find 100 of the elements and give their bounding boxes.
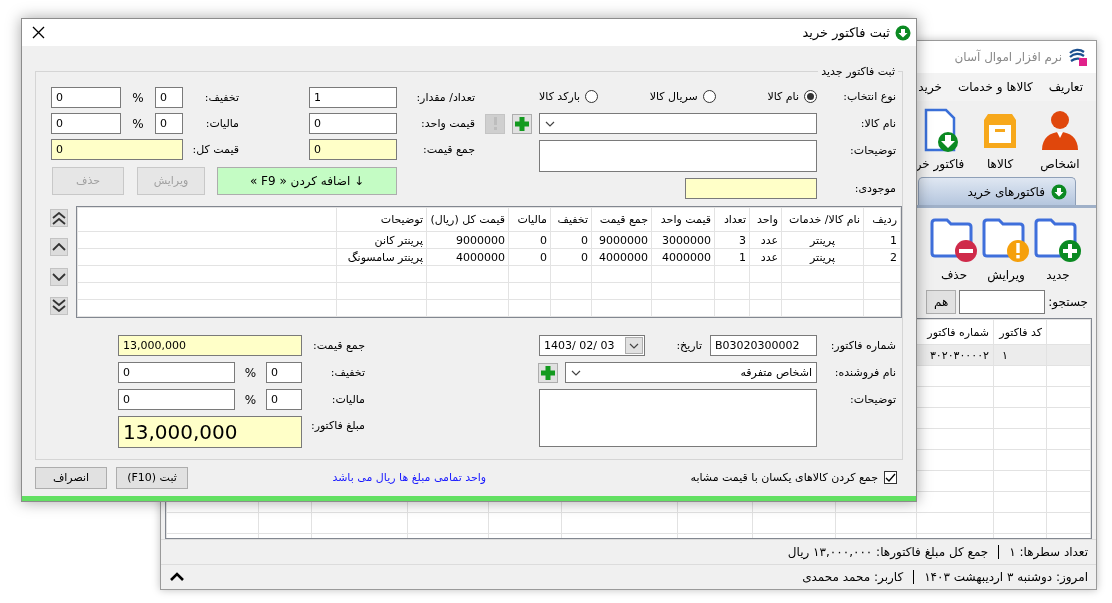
- column-header[interactable]: واحد: [749, 207, 782, 232]
- checkmark-icon: [884, 472, 897, 483]
- input-field[interactable]: 0: [118, 362, 235, 383]
- table-cell: پرینتر کانن: [336, 231, 427, 249]
- radio-button[interactable]: [585, 90, 599, 103]
- table-cell: 1: [714, 248, 750, 266]
- table-cell: عدد: [749, 231, 782, 249]
- checkbox[interactable]: [884, 471, 897, 484]
- dropdown-button[interactable]: [625, 337, 643, 354]
- column-header[interactable]: جمع قیمت: [591, 207, 652, 232]
- field-label: موجودی:: [853, 182, 896, 195]
- table-cell: 4000000: [426, 248, 509, 266]
- move-row-button[interactable]: [50, 238, 68, 257]
- move-row-button[interactable]: [50, 209, 68, 227]
- checkbox-label: جمع کردن کالاهای یکسان با قیمت مشابه: [690, 471, 878, 484]
- input-field[interactable]: 0: [155, 87, 183, 108]
- table-cell: پرینتر سامسونگ: [336, 248, 427, 266]
- field-label: جمع قیمت:: [422, 143, 476, 156]
- option-label: سریال کالا: [649, 90, 698, 103]
- toolbar-button[interactable]: کالاها: [970, 108, 1030, 171]
- move-row-button[interactable]: [50, 267, 68, 286]
- add-item-button[interactable]: [512, 113, 532, 134]
- toolbar-button[interactable]: جدید: [1032, 217, 1084, 282]
- add-seller-button[interactable]: [538, 362, 558, 383]
- add-item-button[interactable]: ↓ اضافه کردن « F9 »: [217, 166, 397, 195]
- input-field[interactable]: 0: [266, 362, 302, 383]
- search-label: جستجو:: [1048, 295, 1088, 309]
- date-field[interactable]: 1403/ 02/ 03: [539, 335, 645, 356]
- table-cell: 2: [863, 248, 901, 266]
- column-header[interactable]: ردیف: [863, 207, 901, 232]
- show-all-button[interactable]: هم: [926, 290, 957, 314]
- move-row-button[interactable]: [50, 297, 68, 315]
- column-header[interactable]: تعداد: [714, 207, 750, 232]
- window-title: نرم افزار اموال آسان: [954, 50, 1062, 64]
- field-label: جمع قیمت:: [312, 339, 365, 352]
- table-cell: 4000000: [651, 248, 715, 266]
- toolbar-button[interactable]: ویرایش: [980, 217, 1032, 282]
- search-field[interactable]: [959, 290, 1046, 314]
- table-cell: 9000000: [426, 231, 509, 249]
- dropdown[interactable]: اشخاص متفرقه: [565, 362, 817, 383]
- tab[interactable]: فاکتورهای خرید: [918, 177, 1076, 205]
- option-label: بارکد کالا: [539, 90, 581, 103]
- save-button[interactable]: ثبت (F10): [116, 466, 188, 489]
- option-label: نام کالا: [767, 90, 799, 103]
- table-cell: ۱: [993, 344, 1047, 366]
- folder-warning-icon: [982, 217, 1030, 263]
- radio-button[interactable]: [702, 90, 716, 103]
- input-field[interactable]: 1: [309, 87, 397, 108]
- menu-item[interactable]: کالاها و خدمات: [950, 80, 1040, 94]
- input-field[interactable]: 0: [309, 139, 397, 160]
- input-field[interactable]: 0: [118, 389, 235, 410]
- percent-sign: %: [243, 365, 258, 380]
- toolbar-button[interactable]: اشخاص: [1030, 108, 1090, 171]
- field-label: قیمت کل:: [191, 143, 240, 156]
- column-header[interactable]: تخفیف: [550, 207, 592, 232]
- input-field[interactable]: 0: [51, 113, 121, 134]
- cancel-button[interactable]: انصراف: [35, 466, 107, 489]
- percent-sign: %: [131, 116, 145, 131]
- plus-icon: [541, 365, 555, 380]
- field-label: مالیات:: [204, 117, 240, 130]
- column-header[interactable]: قیمت کل (ریال): [426, 207, 509, 232]
- column-header[interactable]: توضیحات: [336, 207, 427, 232]
- text-area[interactable]: [539, 389, 817, 447]
- column-header[interactable]: قیمت واحد: [651, 207, 715, 232]
- input-field[interactable]: [685, 178, 817, 199]
- status-text: جمع کل مبلغ فاکتورها: ۱۳,۰۰۰,۰۰۰ ریال: [787, 545, 1000, 559]
- field-label: تعداد/ مقدار:: [415, 91, 476, 104]
- field-label: مبلغ فاکتور:: [309, 419, 365, 432]
- column-header[interactable]: مالیات: [508, 207, 551, 232]
- input-field[interactable]: 13,000,000: [118, 335, 302, 356]
- status-text: امروز: دوشنبه ۳ اردیبهشت ۱۴۰۳: [924, 570, 1088, 584]
- input-field[interactable]: 0: [155, 113, 183, 134]
- field-label: توضیحات:: [849, 393, 896, 406]
- field-label: شماره فاکتور:: [829, 339, 896, 352]
- text-area[interactable]: [539, 140, 817, 172]
- field-label: قیمت واحد:: [420, 117, 476, 130]
- folder-minus-icon: [930, 217, 978, 263]
- input-field[interactable]: 0: [266, 389, 302, 410]
- info-text: واحد تمامی مبلغ ها ریال می باشد: [332, 471, 487, 484]
- field-label: توضیحات:: [849, 144, 896, 157]
- column-header[interactable]: کد فاکتور: [993, 319, 1047, 345]
- menu-item[interactable]: تعاریف: [1041, 80, 1090, 94]
- input-field[interactable]: B03020300002: [710, 335, 817, 356]
- radio-button[interactable]: [804, 90, 817, 103]
- table-cell: 3000000: [651, 231, 715, 249]
- download-icon: [895, 24, 911, 41]
- input-field[interactable]: 13,000,000: [118, 416, 302, 448]
- close-icon[interactable]: [32, 26, 45, 39]
- status-text: کاربر: محمد محمدی: [802, 570, 915, 584]
- column-header[interactable]: نام کالا/ خدمات: [781, 207, 864, 232]
- field-label: نام کالا:: [859, 117, 896, 130]
- toolbar-button[interactable]: حذف: [928, 217, 980, 282]
- app-logo-icon: [1068, 47, 1088, 67]
- dropdown[interactable]: [539, 113, 817, 134]
- down-icon: [52, 272, 66, 281]
- input-field[interactable]: 0: [309, 113, 397, 134]
- field-label: تاریخ:: [675, 339, 703, 352]
- input-field[interactable]: 0: [51, 139, 183, 160]
- table-cell: 1: [863, 231, 901, 249]
- input-field[interactable]: 0: [51, 87, 121, 108]
